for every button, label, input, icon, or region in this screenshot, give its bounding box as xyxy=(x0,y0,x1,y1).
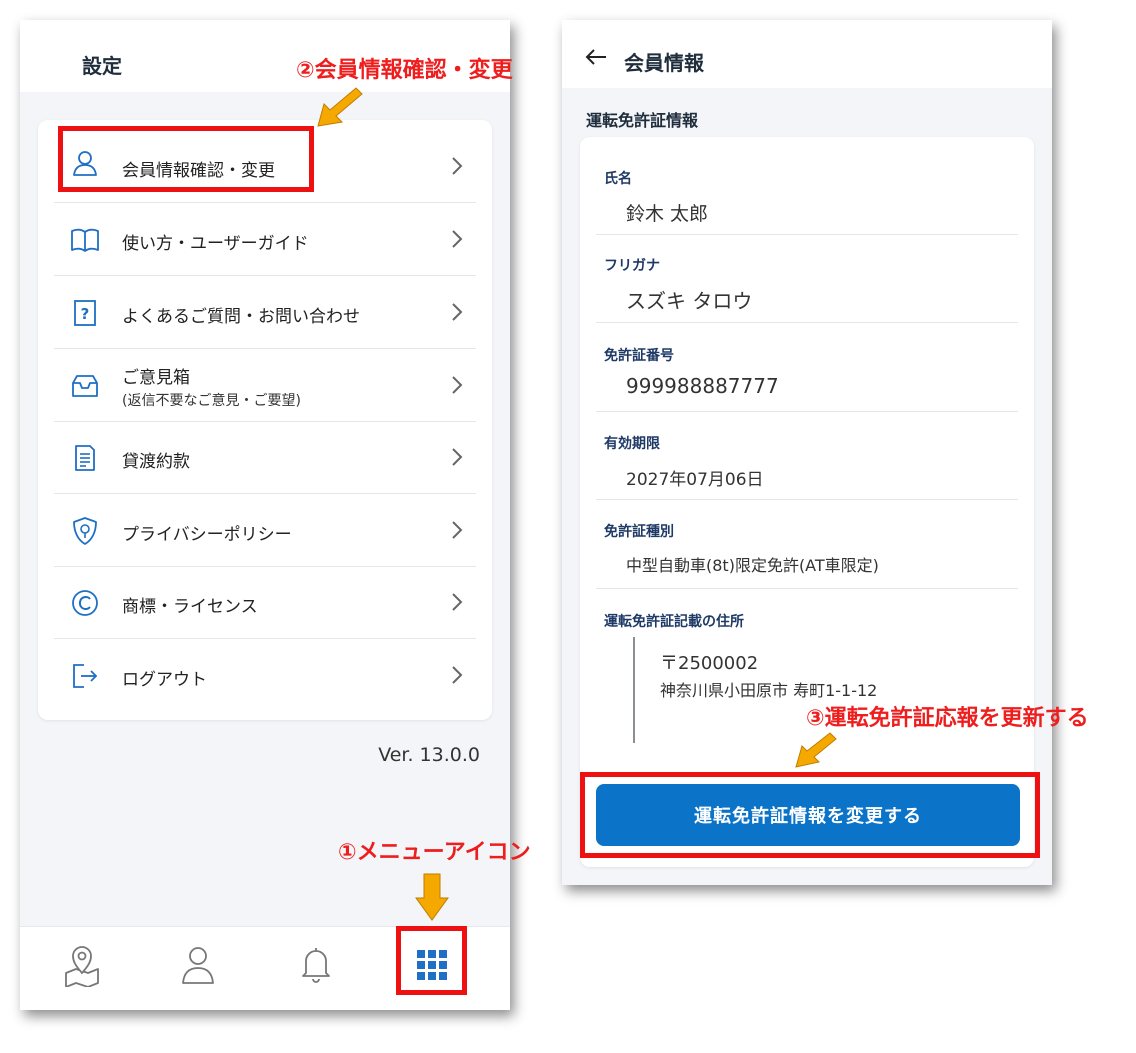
address-indent-bar xyxy=(633,637,635,743)
inbox-icon xyxy=(72,375,98,397)
copyright-icon xyxy=(72,590,98,616)
annotation-step1: ①メニューアイコン xyxy=(338,840,531,865)
menu-item-user-guide[interactable]: 使い方・ユーザーガイド xyxy=(38,203,492,276)
field-license-type: 免許証種別 中型自動車(8t)限定免許(AT車限定) xyxy=(580,500,1034,589)
menu-item-privacy-policy[interactable]: プライバシーポリシー xyxy=(38,494,492,567)
shield-icon xyxy=(73,517,97,545)
back-arrow-icon[interactable] xyxy=(584,47,608,67)
page-title: 設定 xyxy=(82,54,122,78)
field-label: 運転免許証記載の住所 xyxy=(604,614,744,630)
menu-item-label: 商標・ライセンス xyxy=(122,597,258,617)
menu-item-label: 使い方・ユーザーガイド xyxy=(122,234,309,254)
menu-item-label: 貸渡約款 xyxy=(122,452,190,472)
arrow-down-left-icon xyxy=(795,732,837,768)
chevron-right-icon xyxy=(452,593,463,611)
menu-item-label: ご意見箱 xyxy=(122,368,190,388)
field-value: スズキ タロウ xyxy=(626,289,753,313)
field-license-number: 免許証番号 999988887777 xyxy=(580,323,1034,412)
menu-item-faq[interactable]: ? よくあるご質問・お問い合わせ xyxy=(38,276,492,349)
field-value: 鈴木 太郎 xyxy=(626,203,709,225)
annotation-step2: ②会員情報確認・変更 xyxy=(296,58,513,83)
logout-icon xyxy=(73,664,98,688)
field-value: 999988887777 xyxy=(626,374,779,398)
address-zip: 〒2500002 xyxy=(660,653,759,674)
field-label: フリガナ xyxy=(604,258,660,274)
page-title: 会員情報 xyxy=(624,51,704,75)
menu-item-label: よくあるご質問・お問い合わせ xyxy=(122,307,360,327)
menu-item-sublabel: (返信不要なご意見・ご要望) xyxy=(122,393,301,409)
field-expiry-date: 有効期限 2027年07月06日 xyxy=(580,412,1034,500)
arrow-down-left-icon xyxy=(317,87,363,127)
section-title: 運転免許証情報 xyxy=(586,111,699,130)
chevron-right-icon xyxy=(452,666,463,684)
field-label: 有効期限 xyxy=(604,436,660,452)
field-name: 氏名 鈴木 太郎 xyxy=(580,137,1034,235)
svg-text:?: ? xyxy=(81,305,90,323)
chevron-right-icon xyxy=(452,157,463,175)
app-version: Ver. 13.0.0 xyxy=(378,744,480,766)
arrow-down-icon xyxy=(415,873,449,921)
chevron-right-icon xyxy=(452,521,463,539)
menu-item-rental-terms[interactable]: 貸渡約款 xyxy=(38,422,492,494)
settings-menu: 会員情報確認・変更 使い方・ユーザーガイド ? よくあるご質問・お問い合わせ ご… xyxy=(38,120,492,720)
field-furigana: フリガナ スズキ タロウ xyxy=(580,235,1034,323)
highlight-menu-icon xyxy=(396,926,467,995)
highlight-member-info xyxy=(58,126,314,192)
menu-item-feedback[interactable]: ご意見箱 (返信不要なご意見・ご要望) xyxy=(38,349,492,422)
chevron-right-icon xyxy=(452,230,463,248)
chevron-right-icon xyxy=(452,448,463,466)
annotation-step3: ③運転免許証応報を更新する xyxy=(806,706,1089,731)
highlight-change-button xyxy=(580,772,1040,858)
menu-item-logout[interactable]: ログアウト xyxy=(38,639,492,715)
field-address: 運転免許証記載の住所 xyxy=(580,589,1034,630)
field-value: 2027年07月06日 xyxy=(626,470,764,490)
chevron-right-icon xyxy=(452,376,463,394)
menu-item-license[interactable]: 商標・ライセンス xyxy=(38,567,492,639)
book-icon xyxy=(71,228,99,252)
menu-item-label: ログアウト xyxy=(122,670,207,690)
bell-icon[interactable] xyxy=(294,943,338,987)
field-value: 中型自動車(8t)限定免許(AT車限定) xyxy=(626,556,879,575)
question-icon: ? xyxy=(74,300,96,326)
field-label: 免許証番号 xyxy=(604,348,674,364)
chevron-right-icon xyxy=(452,303,463,321)
field-label: 免許証種別 xyxy=(604,524,674,540)
map-pin-icon[interactable] xyxy=(60,943,104,987)
address-line: 神奈川県小田原市 寿町1-1-12 xyxy=(660,681,878,700)
member-info-header: 会員情報 xyxy=(562,20,1052,88)
field-label: 氏名 xyxy=(604,171,632,187)
user-icon[interactable] xyxy=(176,943,220,987)
menu-item-label: プライバシーポリシー xyxy=(122,525,292,545)
document-icon xyxy=(75,445,95,471)
